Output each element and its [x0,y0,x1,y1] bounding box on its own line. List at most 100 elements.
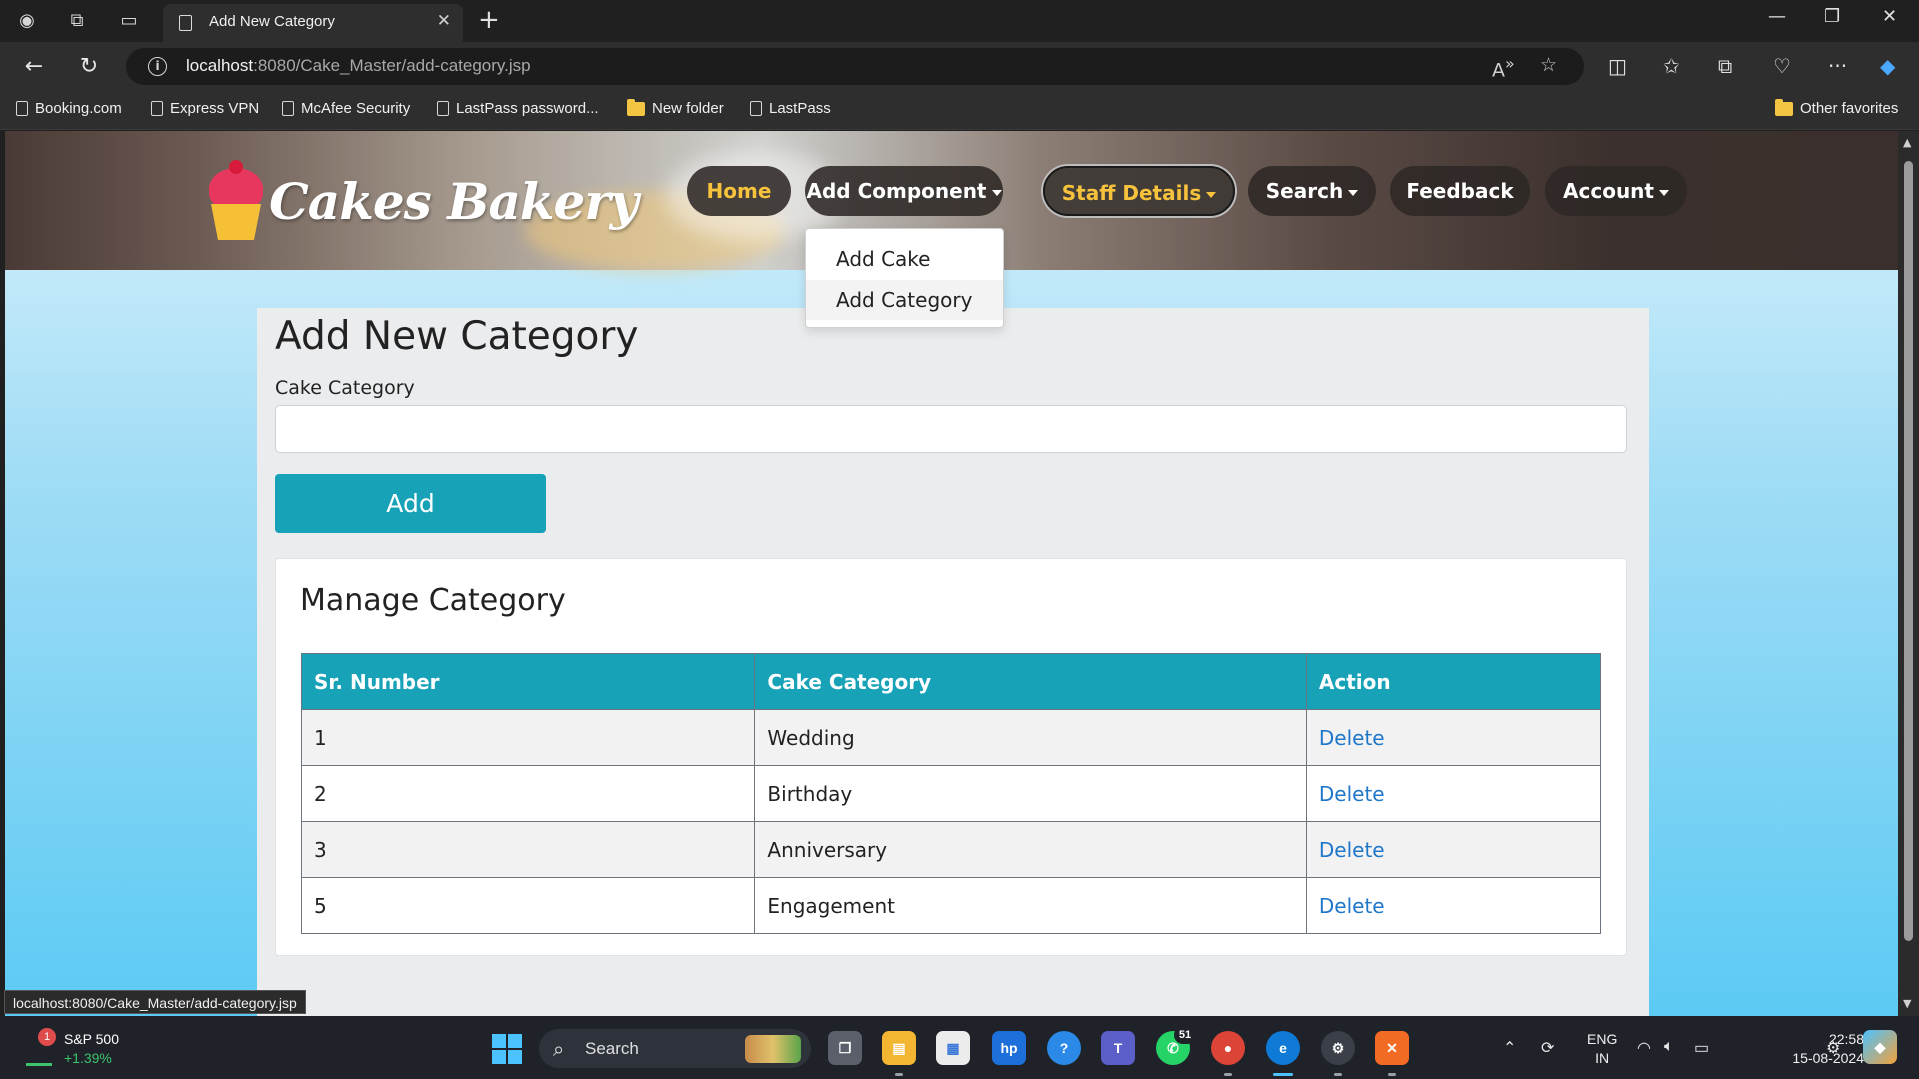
main-card: Add New Category Cake Category Add Manag… [257,308,1649,1016]
taskbar: 1 S&P 500 +1.39% ⌕ Search ❐ ▤ ▦ hp ? T ✆… [0,1016,1919,1079]
site-logo[interactable]: Cakes Bakery [205,156,639,246]
taskbar-search[interactable]: ⌕ Search [539,1029,811,1068]
running-indicator [1224,1073,1232,1076]
scroll-up-icon[interactable]: ▲ [1903,136,1911,149]
battery-icon[interactable]: ▭ [1694,1038,1709,1058]
notifications-icon[interactable]: ⚙ [1826,1038,1840,1058]
caret-down-icon [1348,189,1359,196]
url-path: :8080/Cake_Master/add-category.jsp [253,56,531,75]
window-close-icon[interactable]: ✕ [1882,6,1897,27]
table-row: 1 Wedding Delete [300,709,1602,766]
new-tab-icon[interactable]: + [478,5,500,35]
scrollbar-thumb[interactable] [1904,161,1913,941]
nav-search[interactable]: Search [1248,166,1376,216]
close-tab-icon[interactable]: ✕ [437,11,451,31]
caret-down-icon [991,189,1002,196]
favorite-star-icon[interactable]: ☆ [1540,54,1557,76]
task-view-icon[interactable]: ❐ [828,1031,862,1065]
caret-down-icon [1206,191,1217,198]
favorite-lastpass[interactable]: LastPass [750,100,831,117]
running-indicator [1388,1073,1396,1076]
file-explorer-icon[interactable]: ▤ [882,1031,916,1065]
delete-link[interactable]: Delete [1305,821,1602,878]
sr-number-cell: 3 [300,821,756,878]
nav-account-label: Account [1563,179,1654,203]
split-screen-icon[interactable]: ◫ [1608,54,1627,78]
link-status-url: localhost:8080/Cake_Master/add-category.… [4,990,306,1014]
sr-number-cell: 5 [300,877,756,934]
copilot-icon[interactable]: ◆ [1880,54,1895,78]
nav-home[interactable]: Home [687,166,791,216]
table-row: 2 Birthday Delete [300,765,1602,822]
tab-add-new-category[interactable]: Add New Category ✕ [163,4,463,42]
delete-link[interactable]: Delete [1305,877,1602,934]
search-highlight-image [745,1035,801,1063]
site-info-icon[interactable]: i [148,57,167,76]
add-button[interactable]: Add [275,474,546,533]
nav-feedback[interactable]: Feedback [1390,166,1530,216]
stock-widget[interactable]: 1 S&P 500 +1.39% [24,1028,164,1070]
other-favorites[interactable]: Other favorites [1775,98,1899,117]
browser-essentials-icon[interactable]: ♡ [1773,54,1791,78]
favorite-express-vpn[interactable]: Express VPN [151,100,259,117]
nav-feedback-label: Feedback [1406,179,1514,203]
nav-account[interactable]: Account [1545,166,1687,216]
read-aloud-icon[interactable]: A» [1492,54,1515,81]
dropdown-item-add-category[interactable]: Add Category [806,280,1003,320]
edge-icon[interactable]: e [1266,1031,1300,1065]
search-icon: ⌕ [553,1037,565,1061]
url-host: localhost [186,56,254,75]
show-hidden-icons-icon[interactable]: ⌃ [1503,1038,1516,1058]
settings-icon[interactable]: ⚙ [1321,1031,1355,1065]
restore-icon[interactable]: ❐ [1824,6,1840,27]
browser-title-bar: ◉ ⧉ ▭ Add New Category ✕ + — ❐ ✕ [0,0,1919,42]
favorite-lastpass-password[interactable]: LastPass password... [437,100,599,117]
xampp-icon[interactable]: ✕ [1375,1031,1409,1065]
column-header-cake-category: Cake Category [754,653,1307,710]
input-language[interactable]: ENG IN [1587,1030,1617,1068]
microsoft-store-icon[interactable]: ▦ [936,1031,970,1065]
refresh-icon[interactable]: ↻ [75,53,103,81]
volume-icon[interactable]: 🔈︎ [1664,1038,1674,1056]
nav-add-component[interactable]: Add Component [805,166,1003,216]
page-scrollbar[interactable]: ▲ ▼ [1898,131,1919,1016]
more-icon[interactable]: ··· [1828,54,1847,78]
sync-icon[interactable]: ⟳ [1541,1038,1554,1058]
nav-staff-details-label: Staff Details [1061,181,1202,205]
back-icon[interactable]: ← [20,53,48,81]
chrome-icon[interactable]: ● [1211,1031,1245,1065]
nav-staff-details[interactable]: Staff Details [1043,166,1235,216]
collections-icon[interactable]: ⧉ [1718,54,1732,78]
get-help-icon[interactable]: ? [1047,1031,1081,1065]
profile-icon[interactable]: ◉ [14,8,40,34]
address-bar[interactable]: i localhost:8080/Cake_Master/add-categor… [126,48,1584,85]
windows-start-icon[interactable] [492,1034,522,1064]
favorite-label: McAfee Security [301,100,411,117]
page-icon [282,101,294,116]
page-icon [179,15,192,31]
workspaces-icon[interactable]: ⧉ [64,8,90,34]
delete-link[interactable]: Delete [1305,765,1602,822]
favorite-booking[interactable]: Booking.com [16,100,122,117]
column-header-sr-number: Sr. Number [300,653,756,710]
tab-title: Add New Category [209,13,335,30]
wifi-icon[interactable]: ◠ [1637,1038,1651,1058]
copilot-taskbar-icon[interactable]: ◆ [1863,1030,1897,1064]
favorite-mcafee[interactable]: McAfee Security [282,100,410,117]
favorite-new-folder[interactable]: New folder [627,98,724,117]
category-cell: Anniversary [754,821,1307,878]
stock-chart-icon [26,1048,52,1066]
cake-category-input[interactable] [275,405,1627,453]
delete-link[interactable]: Delete [1305,709,1602,766]
dropdown-item-add-cake[interactable]: Add Cake [806,239,1003,279]
other-favorites-label: Other favorites [1800,100,1899,117]
scroll-down-icon[interactable]: ▼ [1903,997,1911,1010]
tab-actions-icon[interactable]: ▭ [116,8,142,34]
table-header-row: Sr. Number Cake Category Action [300,653,1602,710]
myhp-icon[interactable]: hp [992,1031,1026,1065]
favorites-icon[interactable]: ✩ [1663,54,1680,78]
teams-icon[interactable]: T [1101,1031,1135,1065]
cake-category-label: Cake Category [275,377,415,399]
minimize-icon[interactable]: — [1768,6,1786,27]
favorite-label: Booking.com [35,100,122,117]
